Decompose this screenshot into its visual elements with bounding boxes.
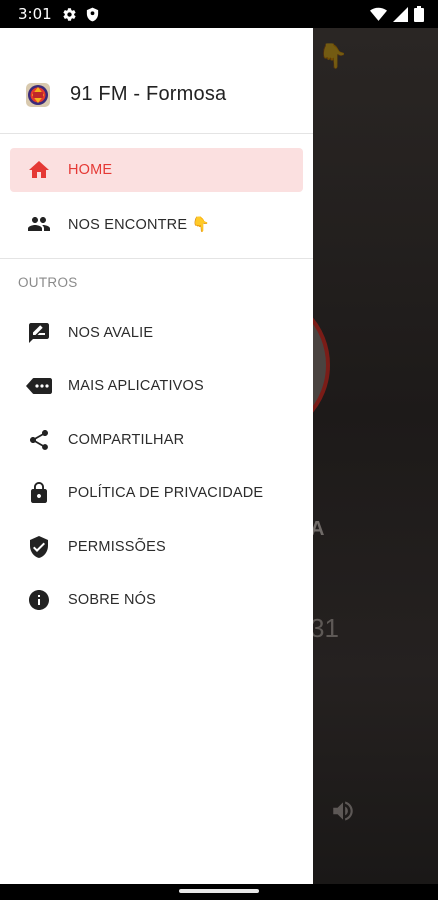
system-nav-bar: [0, 884, 438, 900]
more-apps-icon: [26, 373, 52, 399]
menu-item-home[interactable]: HOME: [10, 148, 303, 192]
people-icon: [26, 211, 52, 237]
battery-icon: [414, 6, 424, 22]
volume-icon: [330, 798, 356, 829]
menu-item-permissoes[interactable]: PERMISSÕES: [10, 525, 303, 569]
status-bar: 3:01: [0, 0, 438, 28]
menu-item-nos-encontre[interactable]: NOS ENCONTRE 👇: [10, 202, 303, 246]
menu-item-label: NOS AVALIE: [68, 324, 154, 341]
menu-item-label: MAIS APLICATIVOS: [68, 378, 204, 394]
drawer-title: 91 FM - Formosa: [70, 83, 227, 105]
section-label-outros: OUTROS: [18, 275, 78, 290]
menu-item-compartilhar[interactable]: COMPARTILHAR: [10, 418, 303, 462]
background-number: 31: [310, 613, 339, 643]
menu-item-label: NOS ENCONTRE 👇: [68, 216, 210, 233]
share-icon: [26, 427, 52, 453]
settings-icon: [63, 7, 76, 21]
drawer-header: 91 FM - Formosa: [0, 28, 313, 134]
menu-item-label: COMPARTILHAR: [68, 431, 185, 448]
status-time: 3:01: [18, 5, 52, 23]
menu-item-politica-privacidade[interactable]: POLÍTICA DE PRIVACIDADE: [10, 471, 303, 515]
main-menu-section: HOME NOS ENCONTRE 👇: [0, 134, 313, 259]
rate-review-icon: [26, 320, 52, 346]
lock-icon: [26, 480, 52, 506]
other-menu-section: OUTROS NOS AVALIE MAIS APLICATIVOS COMPA…: [0, 259, 313, 622]
wifi-icon: [370, 7, 387, 21]
menu-item-label: PERMISSÕES: [68, 538, 166, 555]
background-emoji: 👇: [318, 43, 348, 70]
gesture-handle[interactable]: [179, 889, 259, 893]
menu-item-nos-avalie[interactable]: NOS AVALIE: [10, 311, 303, 355]
shield-check-icon: [26, 534, 52, 560]
shield-status-icon: [86, 7, 98, 21]
app-logo-icon: [24, 81, 52, 109]
menu-item-label: SOBRE NÓS: [68, 592, 157, 608]
info-icon: [26, 587, 52, 613]
navigation-drawer: 91 FM - Formosa HOME NOS ENCONTRE 👇 OUTR…: [0, 28, 313, 884]
menu-item-sobre-nos[interactable]: SOBRE NÓS: [10, 578, 303, 622]
menu-item-label: POLÍTICA DE PRIVACIDADE: [68, 485, 264, 501]
menu-item-mais-aplicativos[interactable]: MAIS APLICATIVOS: [10, 364, 303, 408]
menu-item-label: HOME: [68, 162, 113, 178]
home-icon: [26, 157, 52, 183]
signal-icon: [393, 6, 408, 22]
